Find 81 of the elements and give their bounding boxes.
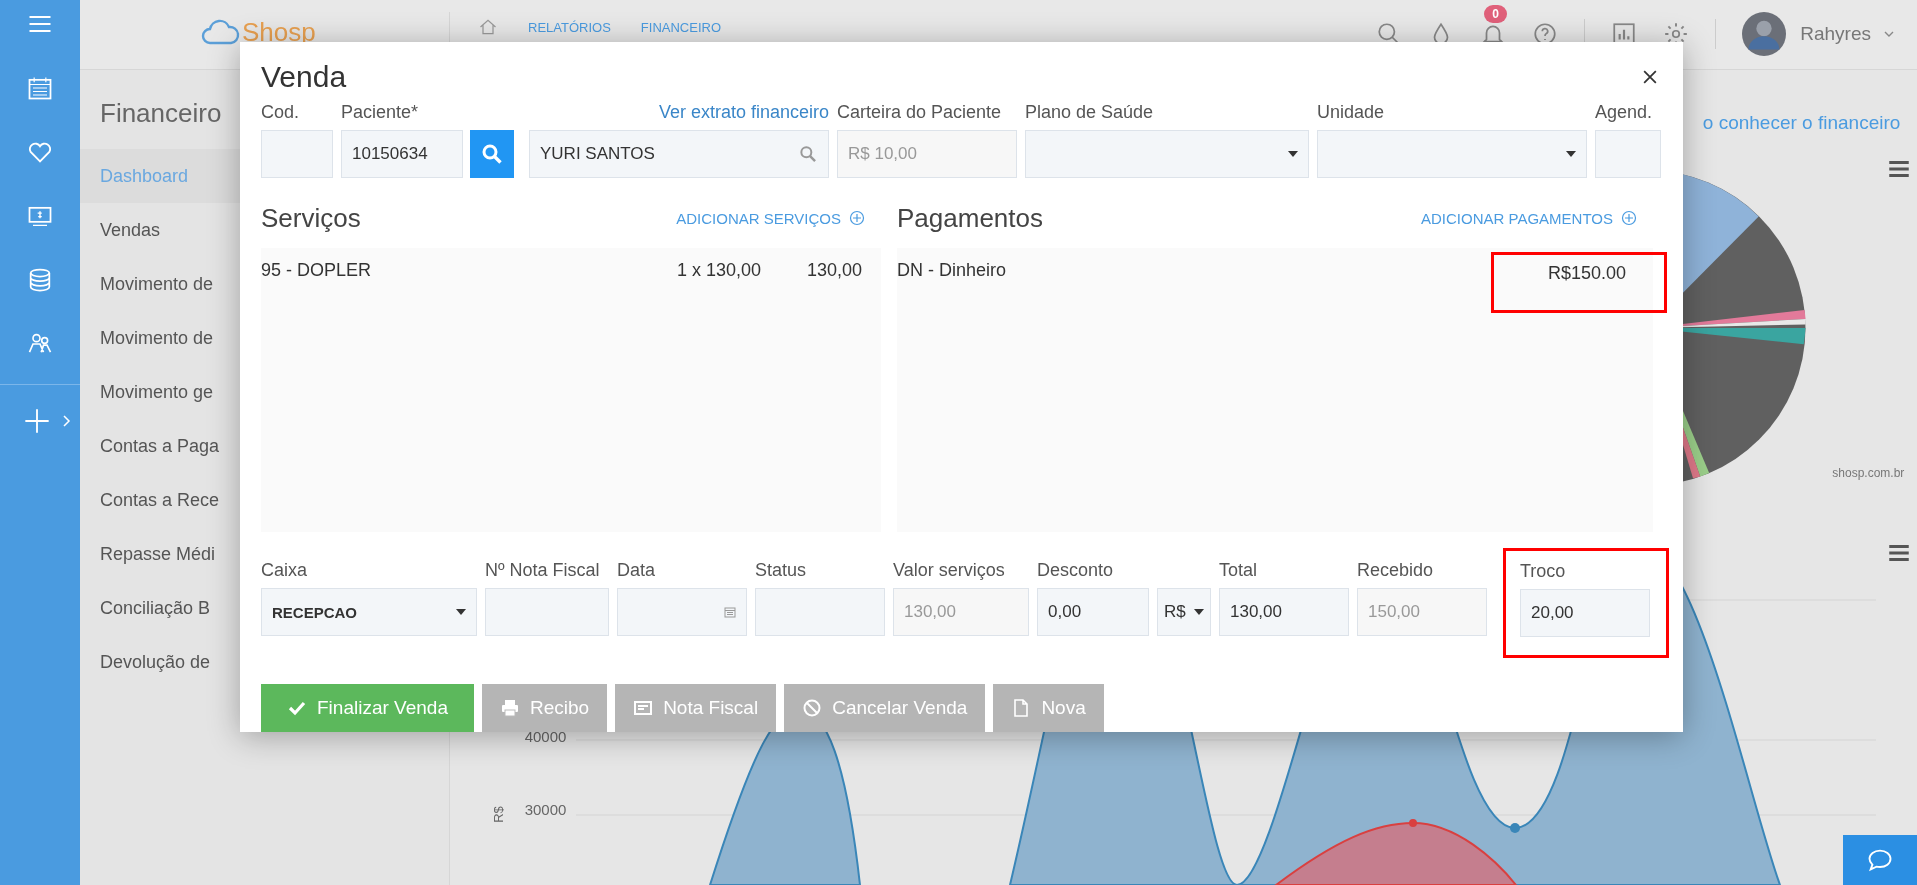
search-button[interactable]: [470, 130, 514, 178]
caret-icon: [1288, 151, 1298, 157]
sidebar-title: Financeiro: [100, 98, 222, 129]
input-field: 130,00: [893, 588, 1029, 636]
service-name: 95 - DOPLER: [261, 260, 373, 281]
notification-badge: 0: [1484, 5, 1507, 23]
field-label: Total: [1219, 560, 1259, 582]
axis-label: R$: [490, 806, 506, 823]
service-total: 130,00: [807, 260, 864, 281]
search-icon: [798, 144, 818, 164]
payment-amount: R$150.00: [1490, 252, 1667, 313]
field-label: Nº Nota Fiscal: [485, 560, 601, 582]
add-circle-icon[interactable]: [849, 210, 865, 226]
input-field[interactable]: 20,00: [1520, 589, 1650, 637]
field-label: Desconto: [1037, 560, 1115, 582]
field-label: Plano de Saúde: [1025, 102, 1155, 124]
input-field[interactable]: [485, 588, 609, 636]
dropdown-field[interactable]: RECEPCAO: [261, 588, 477, 636]
field-label: Status: [755, 560, 808, 582]
statement-link[interactable]: Ver extrato financeiro: [658, 102, 829, 124]
field-label: Paciente*: [341, 102, 420, 124]
input-field[interactable]: 0,00: [1037, 588, 1149, 636]
calendar-icon: [724, 606, 736, 618]
caret-icon: [1194, 609, 1204, 615]
input-field[interactable]: 10150634: [341, 130, 463, 178]
logo-text: Shosp: [242, 16, 316, 48]
printer-icon: [499, 698, 520, 718]
prohibited-icon: [802, 698, 823, 718]
field-label: Data: [617, 560, 657, 582]
caret-icon: [456, 609, 466, 615]
action-button[interactable]: Nota Fiscal: [615, 684, 777, 732]
service-quantity: 1 x 130,00: [677, 260, 763, 281]
avatar[interactable]: [1742, 12, 1787, 56]
cloud-logo-icon: [200, 17, 240, 47]
chevron-right-icon[interactable]: [61, 413, 71, 429]
input-field[interactable]: [261, 130, 333, 178]
modal-title: Venda: [261, 60, 347, 94]
input-field[interactable]: [1595, 130, 1661, 178]
breadcrumb-link[interactable]: FINANCEIRO: [640, 19, 721, 35]
section-title: Pagamentos: [897, 202, 1043, 234]
caret-icon: [1566, 151, 1576, 157]
user-name[interactable]: Rahyres: [1800, 23, 1871, 45]
finalize-button[interactable]: Finalizar Venda: [261, 684, 474, 732]
breadcrumb-link[interactable]: RELATÓRIOS: [528, 19, 611, 35]
chat-button[interactable]: [1843, 835, 1917, 885]
input-field[interactable]: [755, 588, 885, 636]
data-point: [1510, 823, 1521, 833]
input-field: 150,00: [1357, 588, 1487, 636]
dropdown-field[interactable]: R$: [1157, 588, 1211, 636]
section-title: Serviços: [261, 202, 361, 234]
card-icon: [633, 698, 654, 718]
dropdown-field[interactable]: [1317, 130, 1587, 178]
date-field[interactable]: [617, 588, 747, 636]
axis-tick-label: 30000: [524, 801, 567, 818]
field-label: Caixa: [261, 560, 309, 582]
home-icon[interactable]: [478, 17, 498, 37]
field-label: Troco: [1520, 561, 1567, 583]
action-button[interactable]: Nova: [993, 684, 1104, 732]
close-icon: [1643, 70, 1657, 84]
chart-credit: shosp.com.br: [1832, 466, 1905, 480]
field-label: Carteira do Paciente: [837, 102, 1003, 124]
dropdown-field[interactable]: [1025, 130, 1309, 178]
action-button[interactable]: Recibo: [481, 684, 608, 732]
add-payments-link[interactable]: ADICIONAR PAGAMENTOS: [1421, 209, 1613, 227]
add-services-link[interactable]: ADICIONAR SERVIÇOS: [676, 209, 841, 227]
input-field: R$ 10,00: [837, 130, 1017, 178]
field-label: Unidade: [1317, 102, 1386, 124]
action-button[interactable]: Cancelar Venda: [784, 684, 986, 732]
input-field[interactable]: 130,00: [1219, 588, 1349, 636]
caret-icon[interactable]: [1883, 30, 1895, 38]
add-circle-icon[interactable]: [1621, 210, 1637, 226]
data-point: [1409, 819, 1418, 827]
field-label: Recebido: [1357, 560, 1435, 582]
payment-method: DN - Dinheiro: [897, 260, 1008, 281]
field-label: Valor serviços: [893, 560, 1006, 582]
field-label: Agend.: [1595, 102, 1654, 124]
field-label: Cod.: [261, 102, 301, 124]
help-link[interactable]: o conhecer o financeiro: [1702, 112, 1901, 134]
search-icon: [480, 142, 504, 166]
search-field[interactable]: YURI SANTOS: [529, 130, 829, 178]
plus-icon[interactable]: [23, 407, 51, 435]
